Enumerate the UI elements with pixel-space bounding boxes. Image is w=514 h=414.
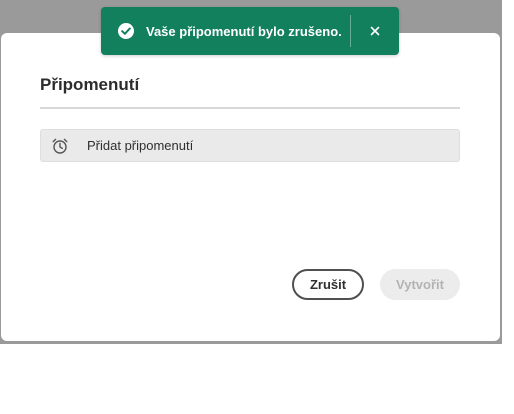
checkmark-circle-icon	[117, 22, 135, 40]
create-button: Vytvořit	[380, 269, 460, 300]
dialog-title: Připomenutí	[40, 75, 140, 94]
cancel-button[interactable]: Zrušit	[292, 269, 364, 300]
title-divider	[40, 107, 460, 109]
add-reminder-button[interactable]: Přidat připomenutí	[40, 129, 460, 162]
add-reminder-label: Přidat připomenutí	[87, 138, 194, 153]
alarm-clock-icon	[50, 136, 70, 156]
toast-message: Vaše připomenutí bylo zrušeno.	[146, 23, 342, 39]
close-icon[interactable]	[365, 21, 385, 41]
success-toast: Vaše připomenutí bylo zrušeno.	[101, 7, 399, 55]
toast-separator	[350, 15, 351, 47]
reminder-dialog: Připomenutí Přidat připomenutí Zrušit Vy…	[1, 33, 500, 341]
